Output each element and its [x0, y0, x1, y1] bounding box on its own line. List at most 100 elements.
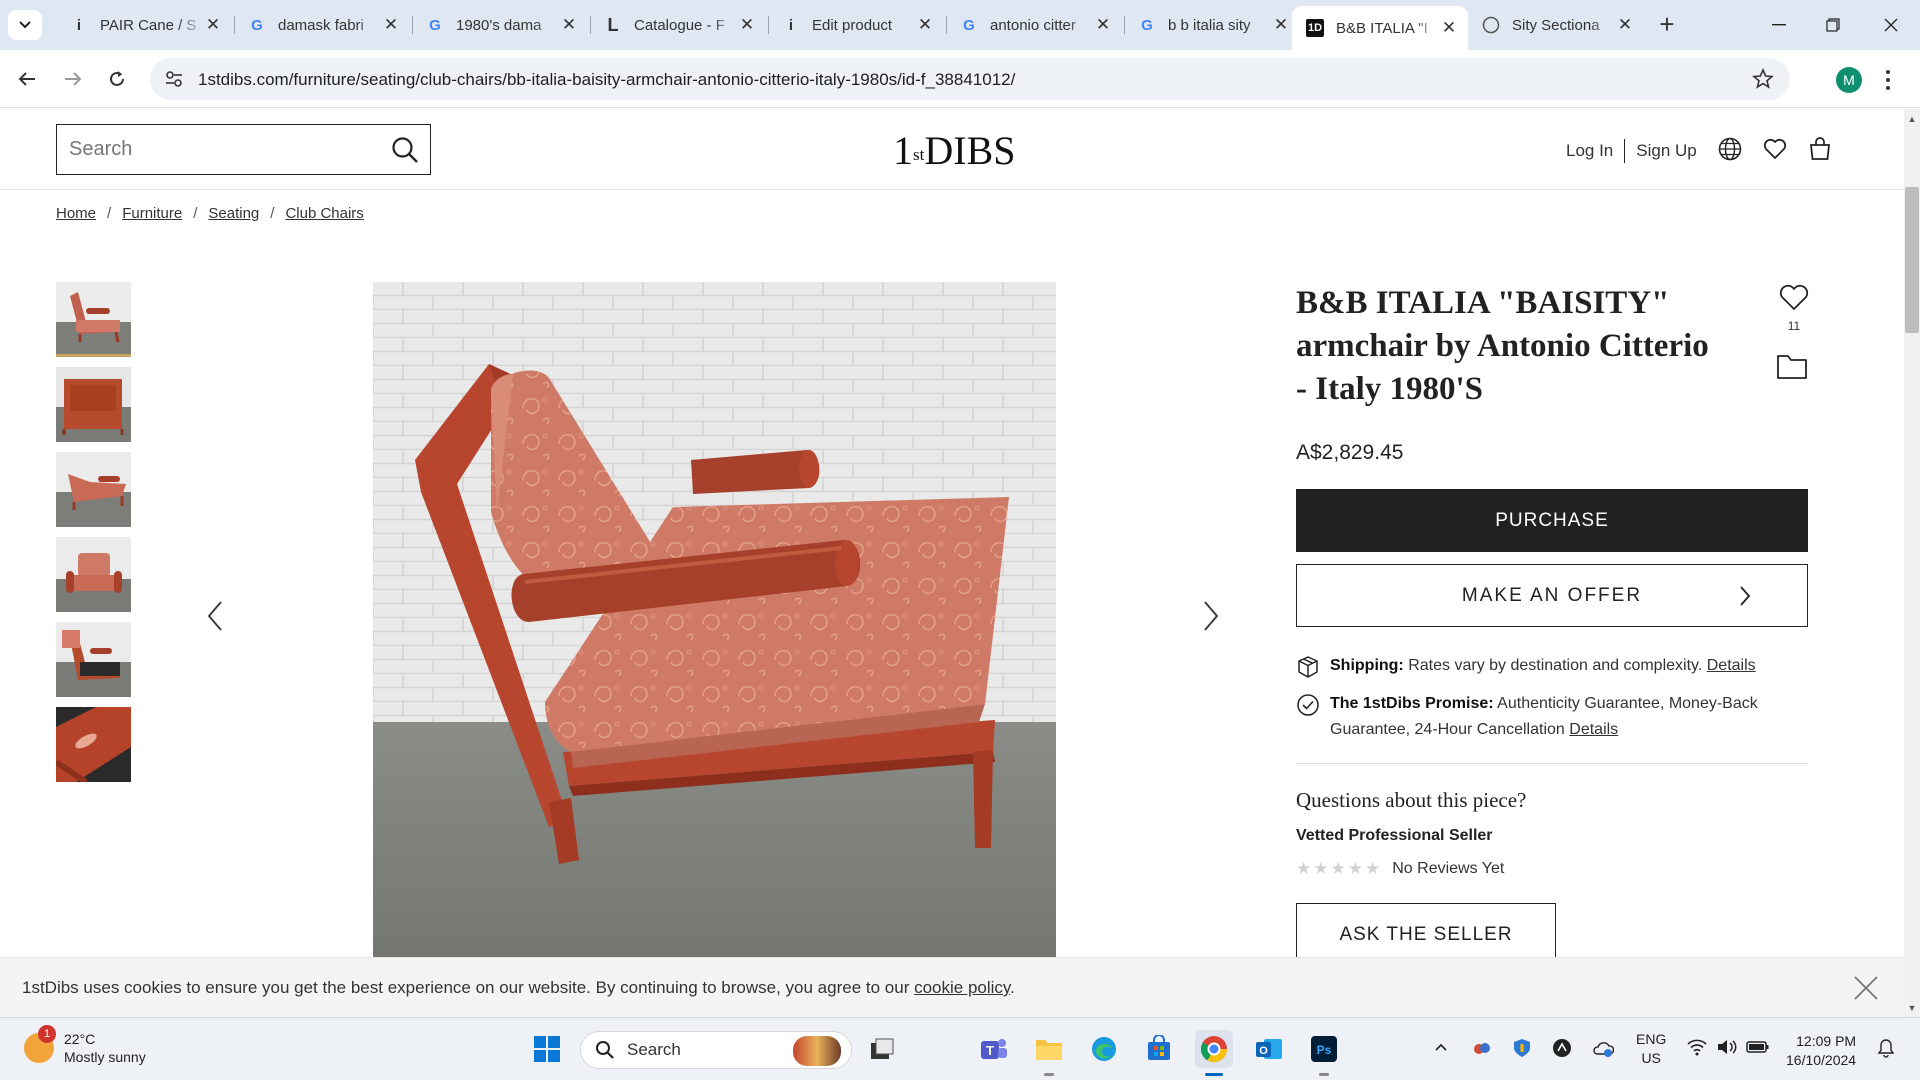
arrow-left-icon — [18, 72, 35, 86]
breadcrumb-home[interactable]: Home — [56, 205, 96, 222]
breadcrumb-club-chairs[interactable]: Club Chairs — [285, 205, 363, 222]
rating-stars: ★ ★ ★ ★ ★ — [1296, 859, 1381, 878]
file-explorer-app[interactable] — [1030, 1030, 1068, 1068]
chevron-up-icon[interactable] — [1434, 1042, 1448, 1052]
close-tab-icon[interactable]: ✕ — [738, 15, 756, 35]
seller-type: Vetted Professional Seller — [1296, 827, 1493, 844]
thumbnail-6[interactable] — [56, 707, 131, 782]
close-tab-icon[interactable]: ✕ — [204, 15, 222, 35]
store-app[interactable] — [1140, 1030, 1178, 1068]
edge-app[interactable] — [1085, 1030, 1123, 1068]
task-view-button[interactable] — [863, 1030, 901, 1068]
product-main-image[interactable] — [373, 282, 1056, 1017]
forward-button[interactable] — [56, 62, 90, 96]
scrollbar-thumb[interactable] — [1905, 187, 1919, 333]
address-bar[interactable]: 1stdibs.com/furniture/seating/club-chair… — [150, 58, 1790, 100]
folder-icon[interactable] — [1776, 352, 1808, 380]
scroll-down-arrow[interactable]: ▼ — [1906, 1003, 1918, 1013]
more-options-icon[interactable] — [1882, 66, 1894, 94]
wifi-icon[interactable] — [1686, 1038, 1708, 1056]
purchase-button[interactable]: PURCHASE — [1296, 489, 1808, 552]
taskbar-search[interactable]: Search — [580, 1031, 852, 1069]
url-text: 1stdibs.com/furniture/seating/club-chair… — [198, 70, 1016, 89]
shipping-details-link[interactable]: Details — [1707, 657, 1756, 674]
account-links: Log In Sign Up — [1566, 139, 1697, 163]
outlook-app[interactable]: O — [1250, 1030, 1288, 1068]
favorite-button[interactable]: 11 — [1774, 282, 1814, 333]
bookmark-star-icon[interactable] — [1752, 68, 1774, 90]
1stdibs-logo[interactable]: 1st DIBS — [893, 127, 1015, 174]
notification-bell-icon[interactable] — [1876, 1038, 1896, 1058]
search-icon[interactable] — [390, 135, 420, 165]
chrome-app[interactable] — [1195, 1030, 1233, 1068]
tab-search-button[interactable] — [8, 10, 42, 40]
shopping-bag-icon[interactable] — [1807, 136, 1833, 162]
browser-tab[interactable]: G b b italia sity ✕ — [1124, 6, 1300, 44]
back-button[interactable] — [10, 62, 44, 96]
close-tab-icon[interactable]: ✕ — [916, 15, 934, 35]
google-icon: G — [251, 16, 263, 34]
thumbnail-2[interactable] — [56, 367, 131, 442]
start-button[interactable] — [528, 1030, 566, 1068]
security-shield-icon[interactable] — [1512, 1038, 1532, 1058]
login-link[interactable]: Log In — [1566, 141, 1613, 161]
weather-widget[interactable]: 1 22°C Mostly sunny — [24, 1025, 146, 1066]
browser-tab[interactable]: G antonio citter ✕ — [946, 6, 1122, 44]
close-tab-icon[interactable]: ✕ — [560, 15, 578, 35]
close-icon[interactable] — [1852, 974, 1880, 1002]
profile-avatar[interactable]: M — [1836, 67, 1862, 93]
next-image-button[interactable] — [1196, 596, 1226, 636]
close-window-button[interactable] — [1868, 8, 1914, 42]
thumbnail-1[interactable] — [56, 282, 131, 357]
web-page: 1stDIBS Log In Sign Up Home / Furniture … — [0, 109, 1904, 1017]
new-tab-button[interactable]: + — [1652, 10, 1682, 40]
breadcrumb: Home / Furniture / Seating / Club Chairs — [56, 205, 364, 222]
photoshop-app[interactable]: Ps — [1305, 1030, 1343, 1068]
promise-details-link[interactable]: Details — [1569, 721, 1618, 738]
task-view-icon — [871, 1038, 894, 1059]
language-indicator[interactable]: ENG US — [1636, 1030, 1666, 1068]
reload-button[interactable] — [100, 62, 134, 96]
browser-tab[interactable]: L Catalogue - F ✕ — [590, 6, 766, 44]
site-search[interactable] — [56, 124, 431, 175]
breadcrumb-furniture[interactable]: Furniture — [122, 205, 182, 222]
close-tab-icon[interactable]: ✕ — [382, 15, 400, 35]
cookie-text: 1stDibs uses cookies to ensure you get t… — [22, 978, 1015, 997]
thumbnail-4[interactable] — [56, 537, 131, 612]
signup-link[interactable]: Sign Up — [1636, 141, 1696, 161]
scroll-up-arrow[interactable]: ▲ — [1906, 114, 1918, 124]
cloud-sync-icon[interactable] — [1472, 1038, 1492, 1058]
app-tray-icon[interactable] — [1552, 1038, 1572, 1058]
browser-tab[interactable]: i PAIR Cane / S ✕ — [56, 6, 232, 44]
volume-icon[interactable] — [1716, 1038, 1738, 1056]
browser-tab[interactable]: G damask fabri ✕ — [234, 6, 410, 44]
battery-icon[interactable] — [1746, 1038, 1770, 1056]
thumbnail-3[interactable] — [56, 452, 131, 527]
browser-tab[interactable]: Sity Sectiona ✕ — [1468, 6, 1644, 44]
browser-tab-active[interactable]: 1D B&B ITALIA "I ✕ — [1292, 6, 1468, 50]
teams-app[interactable]: T — [975, 1030, 1013, 1068]
thumbnail-5[interactable] — [56, 622, 131, 697]
windows-logo-icon — [534, 1036, 560, 1062]
restore-button[interactable] — [1810, 8, 1856, 42]
photoshop-icon: Ps — [1311, 1036, 1337, 1062]
cookie-policy-link[interactable]: cookie policy — [914, 978, 1010, 997]
heart-icon[interactable] — [1762, 136, 1788, 162]
close-tab-icon[interactable]: ✕ — [1440, 18, 1458, 38]
system-clock[interactable]: 12:09 PM 16/10/2024 — [1786, 1032, 1856, 1070]
close-tab-icon[interactable]: ✕ — [1094, 15, 1112, 35]
notification-badge: 1 — [38, 1025, 56, 1043]
chevron-down-icon — [19, 21, 31, 29]
close-tab-icon[interactable]: ✕ — [1272, 15, 1290, 35]
breadcrumb-seating[interactable]: Seating — [208, 205, 259, 222]
site-settings-icon[interactable] — [164, 69, 184, 89]
globe-icon[interactable] — [1717, 136, 1743, 162]
minimize-button[interactable] — [1756, 8, 1802, 42]
search-input[interactable] — [69, 138, 369, 161]
browser-tab[interactable]: i Edit product ✕ — [768, 6, 944, 44]
previous-image-button[interactable] — [200, 596, 230, 636]
browser-tab[interactable]: G 1980's dama ✕ — [412, 6, 588, 44]
make-offer-button[interactable]: MAKE AN OFFER — [1296, 564, 1808, 627]
onedrive-icon[interactable] — [1592, 1038, 1614, 1058]
close-tab-icon[interactable]: ✕ — [1616, 15, 1634, 35]
